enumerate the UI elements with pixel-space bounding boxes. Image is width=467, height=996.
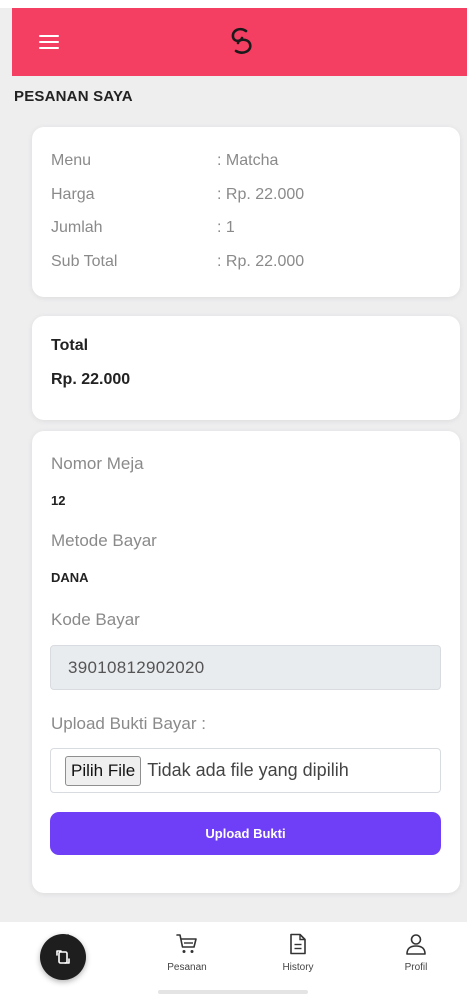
payment-code-field[interactable]: 39010812902020 — [50, 645, 441, 690]
upload-proof-button[interactable]: Upload Bukti — [50, 812, 441, 855]
table-number-value: 12 — [51, 493, 66, 508]
payment-code-label: Kode Bayar — [51, 610, 140, 629]
table-number-label: Nomor Meja — [51, 454, 144, 473]
hamburger-icon[interactable] — [39, 35, 59, 49]
menu-value: : Matcha — [217, 152, 279, 169]
user-icon — [406, 934, 426, 955]
floating-action-button[interactable] — [40, 934, 86, 980]
file-status-text: Tidak ada file yang dipilih — [147, 760, 349, 780]
payment-card: Nomor Meja 12 Metode Bayar DANA Kode Bay… — [32, 431, 460, 893]
file-input[interactable]: Pilih File Tidak ada file yang dipilih — [50, 748, 441, 793]
cart-icon — [176, 934, 197, 953]
menu-label: Menu — [51, 152, 92, 169]
app-header — [12, 8, 467, 76]
rotate-icon — [56, 950, 70, 964]
choose-file-button[interactable]: Pilih File — [65, 755, 142, 786]
page-title: PESANAN SAYA — [14, 88, 133, 105]
subtotal-value: : Rp. 22.000 — [217, 253, 305, 270]
price-label: Harga — [51, 186, 95, 203]
payment-method-value: DANA — [51, 570, 89, 585]
nav-profil[interactable]: Profil — [376, 932, 456, 973]
nav-history[interactable]: History — [258, 932, 338, 973]
nav-pesanan-label: Pesanan — [167, 962, 207, 973]
price-value: : Rp. 22.000 — [217, 186, 305, 203]
quantity-value: : 1 — [217, 219, 235, 236]
nav-pesanan[interactable]: Pesanan — [147, 932, 227, 973]
total-label: Total — [51, 337, 89, 354]
total-card: Total Rp. 22.000 — [32, 316, 460, 420]
quantity-label: Jumlah — [51, 219, 103, 236]
order-item-card: Menu : Matcha Harga : Rp. 22.000 Jumlah … — [32, 127, 460, 297]
nav-profil-label: Profil — [404, 962, 428, 973]
upload-proof-label: Upload Bukti Bayar : — [51, 714, 206, 733]
total-value: Rp. 22.000 — [51, 371, 131, 388]
subtotal-label: Sub Total — [51, 253, 118, 270]
document-icon — [290, 933, 306, 955]
logo-icon — [231, 27, 252, 54]
home-indicator — [158, 990, 308, 994]
status-bar — [0, 0, 467, 8]
nav-history-label: History — [282, 962, 314, 973]
payment-method-label: Metode Bayar — [51, 531, 157, 550]
